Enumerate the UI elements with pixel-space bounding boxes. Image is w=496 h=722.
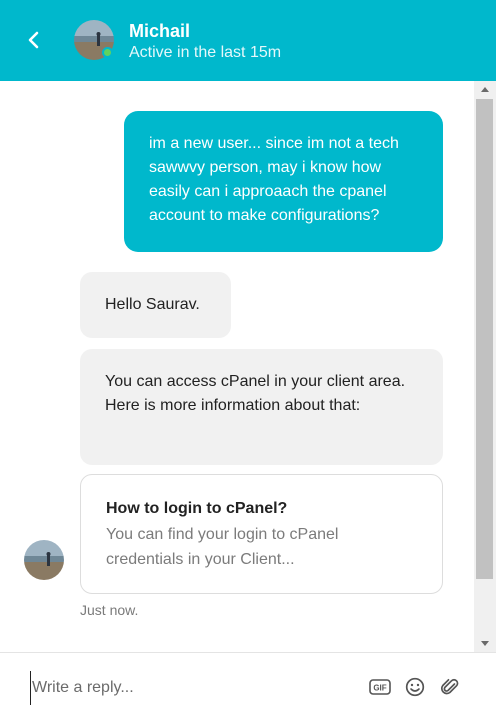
article-description: You can find your login to cPanel creden… bbox=[106, 526, 339, 568]
reply-composer: GIF bbox=[0, 652, 496, 722]
back-button[interactable] bbox=[18, 24, 50, 56]
emoji-icon bbox=[405, 677, 425, 697]
scrollbar-thumb[interactable] bbox=[476, 99, 493, 579]
scrollbar[interactable] bbox=[474, 81, 496, 652]
chat-header: Michail Active in the last 15m bbox=[0, 0, 496, 81]
article-card[interactable]: How to login to cPanel? You can find you… bbox=[80, 474, 443, 594]
chevron-left-icon bbox=[28, 31, 39, 49]
agent-message-bubble: You can access cPanel in your client are… bbox=[80, 349, 443, 465]
article-title: How to login to cPanel? bbox=[106, 500, 288, 517]
agent-avatar bbox=[24, 540, 64, 580]
online-status-dot bbox=[102, 47, 113, 58]
attachment-icon bbox=[440, 678, 459, 695]
gif-button[interactable]: GIF bbox=[369, 676, 391, 698]
reply-input[interactable] bbox=[30, 671, 350, 705]
agent-status: Active in the last 15m bbox=[129, 44, 282, 61]
agent-message-bubble: Hello Saurav. bbox=[80, 272, 231, 338]
emoji-button[interactable] bbox=[404, 676, 426, 698]
triangle-up-icon bbox=[481, 87, 489, 92]
message-timestamp: Just now. bbox=[80, 602, 139, 618]
attachment-button[interactable] bbox=[439, 676, 461, 698]
svg-text:GIF: GIF bbox=[373, 684, 386, 693]
scroll-down-button[interactable] bbox=[474, 635, 496, 652]
triangle-down-icon bbox=[481, 641, 489, 646]
message-list: im a new user... since im not a tech saw… bbox=[0, 81, 496, 652]
scroll-up-button[interactable] bbox=[474, 81, 496, 98]
user-message-bubble: im a new user... since im not a tech saw… bbox=[124, 111, 443, 252]
gif-icon: GIF bbox=[369, 679, 391, 695]
agent-name: Michail bbox=[129, 21, 191, 41]
